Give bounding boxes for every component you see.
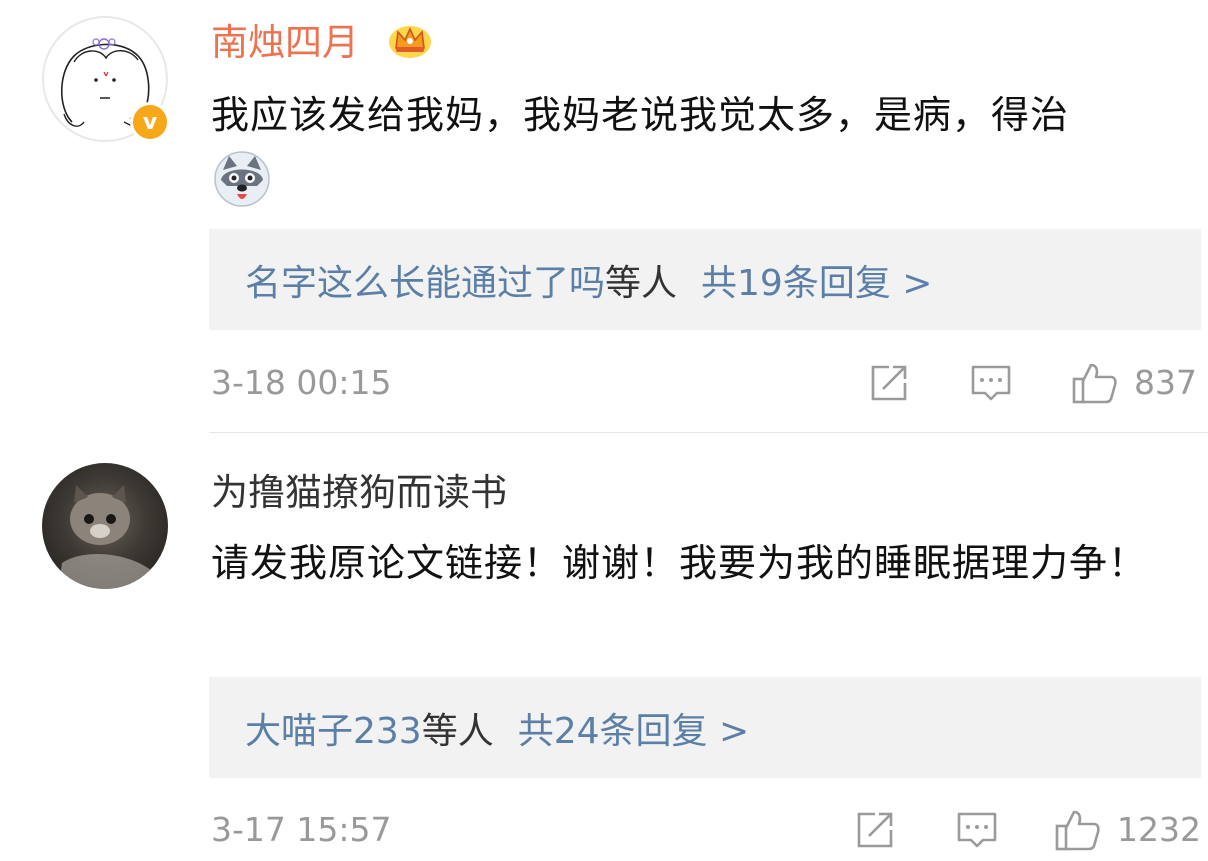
avatar[interactable] [42, 463, 168, 589]
reply-count-link[interactable]: 共19条回复 > [701, 254, 932, 306]
like-count: 837 [1134, 363, 1197, 402]
like-count: 1232 [1117, 810, 1201, 849]
avatar-image [42, 463, 168, 589]
avatar[interactable]: v [42, 16, 170, 142]
reply-names[interactable]: 名字这么长能通过了吗 [245, 254, 605, 306]
comment-item: v 南烛四月 我应该发给我妈，我妈老说我觉太多，是病，得治 名字这么长能通过了吗… [0, 0, 1208, 432]
crown-icon[interactable] [387, 20, 433, 60]
comment-icon[interactable] [969, 361, 1013, 405]
comment-item: 为撸猫撩狗而读书 请发我原论文链接！谢谢！我要为我的睡眠据理力争！ 大喵子233… [0, 433, 1208, 861]
like-icon[interactable] [1071, 361, 1119, 405]
verified-v-icon: v [130, 102, 170, 142]
reply-names[interactable]: 大喵子233 [245, 702, 422, 754]
comment-meta: 3-17 15:57 1232 [211, 805, 1201, 855]
timestamp: 3-18 00:15 [211, 363, 392, 402]
reply-suffix: 等人 [605, 262, 678, 304]
like-icon[interactable] [1054, 808, 1102, 852]
timestamp: 3-17 15:57 [211, 810, 392, 849]
comment-text: 我应该发给我妈，我妈老说我觉太多，是病，得治 [211, 93, 1070, 137]
comment-icon[interactable] [955, 808, 999, 852]
comment-text: 请发我原论文链接！谢谢！我要为我的睡眠据理力争！ [211, 541, 1148, 585]
reply-count-link[interactable]: 共24条回复 > [518, 702, 749, 754]
share-icon[interactable] [853, 808, 897, 852]
share-icon[interactable] [867, 361, 911, 405]
reply-summary[interactable]: 名字这么长能通过了吗 等人 共19条回复 > [209, 229, 1201, 330]
username[interactable]: 为撸猫撩狗而读书 [211, 469, 507, 517]
reply-summary[interactable]: 大喵子233 等人 共24条回复 > [209, 677, 1201, 778]
comment-meta: 3-18 00:15 837 [211, 358, 1201, 408]
husky-emoji-icon [213, 150, 271, 208]
reply-suffix: 等人 [421, 710, 494, 752]
username[interactable]: 南烛四月 [211, 19, 359, 67]
